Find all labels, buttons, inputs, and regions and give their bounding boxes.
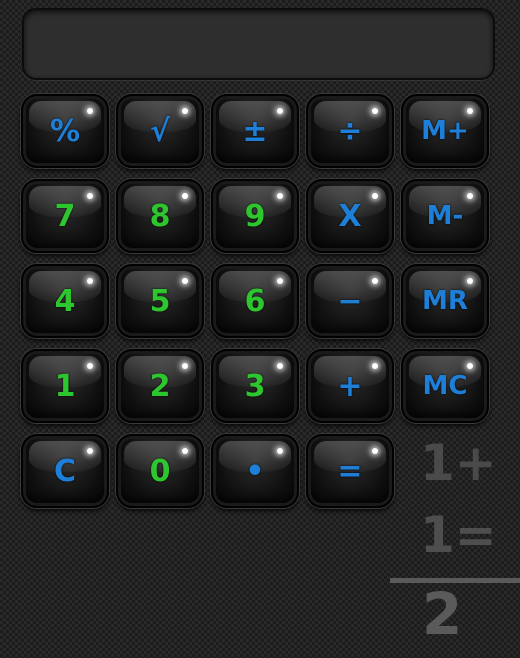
clear-label: C	[53, 453, 77, 489]
digit-8-label: 8	[149, 198, 171, 234]
sqrt-button[interactable]: √	[116, 94, 204, 168]
history-line-1: 1+	[420, 434, 497, 492]
percent-label: %	[49, 113, 81, 149]
history-line-2: 1=	[420, 506, 497, 564]
digit-4-label: 4	[54, 283, 76, 319]
digit-2-button[interactable]: 2	[116, 349, 204, 423]
digit-9-label: 9	[244, 198, 266, 234]
digit-9-button[interactable]: 9	[211, 179, 299, 253]
memory-recall-button[interactable]: MR	[401, 264, 489, 338]
digit-5-button[interactable]: 5	[116, 264, 204, 338]
equals-label: =	[337, 453, 363, 489]
calculation-history: 1+ 1= 2	[390, 430, 520, 658]
memory-subtract-label: M-	[426, 201, 464, 231]
digit-3-label: 3	[244, 368, 266, 404]
divide-button[interactable]: ÷	[306, 94, 394, 168]
digit-1-button[interactable]: 1	[21, 349, 109, 423]
plus-minus-label: ±	[242, 113, 268, 149]
add-label: +	[337, 368, 363, 404]
digit-7-button[interactable]: 7	[21, 179, 109, 253]
memory-subtract-button[interactable]: M-	[401, 179, 489, 253]
multiply-button[interactable]: X	[306, 179, 394, 253]
digit-6-button[interactable]: 6	[211, 264, 299, 338]
add-button[interactable]: +	[306, 349, 394, 423]
digit-2-label: 2	[149, 368, 171, 404]
digit-3-button[interactable]: 3	[211, 349, 299, 423]
equals-button[interactable]: =	[306, 434, 394, 508]
digit-0-button[interactable]: 0	[116, 434, 204, 508]
percent-button[interactable]: %	[21, 94, 109, 168]
memory-add-button[interactable]: M+	[401, 94, 489, 168]
history-result: 2	[422, 580, 463, 648]
digit-4-button[interactable]: 4	[21, 264, 109, 338]
subtract-button[interactable]: −	[306, 264, 394, 338]
memory-add-label: M+	[421, 116, 469, 146]
plus-minus-button[interactable]: ±	[211, 94, 299, 168]
multiply-label: X	[338, 198, 362, 234]
memory-recall-label: MR	[422, 286, 468, 316]
digit-8-button[interactable]: 8	[116, 179, 204, 253]
sqrt-label: √	[149, 113, 170, 149]
decimal-label: •	[245, 453, 265, 489]
digit-6-label: 6	[244, 283, 266, 319]
digit-5-label: 5	[149, 283, 171, 319]
subtract-label: −	[337, 283, 363, 319]
divide-label: ÷	[337, 113, 363, 149]
clear-button[interactable]: C	[21, 434, 109, 508]
digit-0-label: 0	[149, 453, 171, 489]
calculator-display	[22, 8, 495, 80]
memory-clear-button[interactable]: MC	[401, 349, 489, 423]
digit-1-label: 1	[54, 368, 76, 404]
memory-clear-label: MC	[422, 371, 468, 401]
decimal-button[interactable]: •	[211, 434, 299, 508]
digit-7-label: 7	[54, 198, 76, 234]
